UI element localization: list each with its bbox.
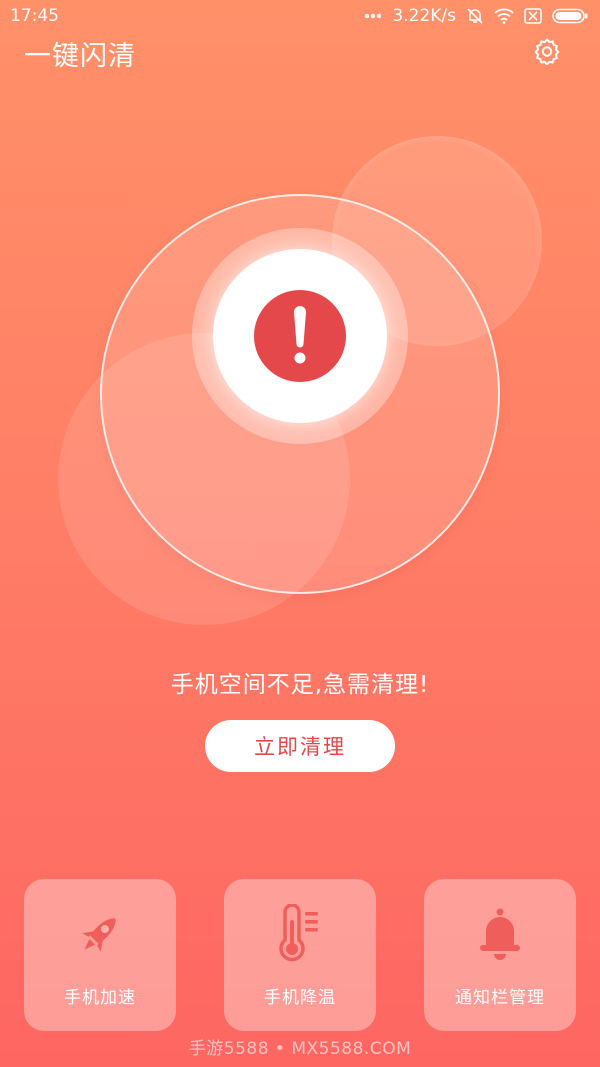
- bell-icon: [472, 903, 528, 965]
- tool-label: 通知栏管理: [455, 988, 545, 1008]
- status-graphic: [0, 130, 600, 650]
- status-time: 17:45: [10, 6, 59, 26]
- cool-phone-card[interactable]: 手机降温: [224, 879, 376, 1031]
- status-bar: 17:45 3.22K/s: [0, 0, 600, 32]
- settings-button[interactable]: [532, 36, 562, 66]
- thermometer-icon: [272, 903, 328, 965]
- exclamation-icon: [254, 290, 346, 382]
- gear-icon: [534, 38, 560, 65]
- tool-label: 手机加速: [64, 988, 136, 1008]
- mute-bell-icon: [467, 8, 483, 24]
- alert-core: [213, 249, 387, 423]
- sim-off-icon: [524, 8, 542, 24]
- more-dots-icon: [365, 13, 382, 19]
- status-icons: 3.22K/s: [364, 6, 588, 26]
- rocket-icon: [72, 903, 128, 965]
- notification-manager-card[interactable]: 通知栏管理: [424, 879, 576, 1031]
- tool-label: 手机降温: [264, 988, 336, 1008]
- boost-phone-card[interactable]: 手机加速: [24, 879, 176, 1031]
- wifi-icon: [494, 8, 514, 24]
- clean-now-button[interactable]: 立即清理: [205, 720, 395, 772]
- net-speed: 3.22K/s: [392, 6, 456, 26]
- watermark: 手游5588 • MX5588.COM: [188, 1039, 412, 1059]
- battery-icon: [552, 8, 588, 24]
- status-message: 手机空间不足,急需清理!: [170, 672, 430, 698]
- page-title: 一键闪清: [24, 41, 136, 72]
